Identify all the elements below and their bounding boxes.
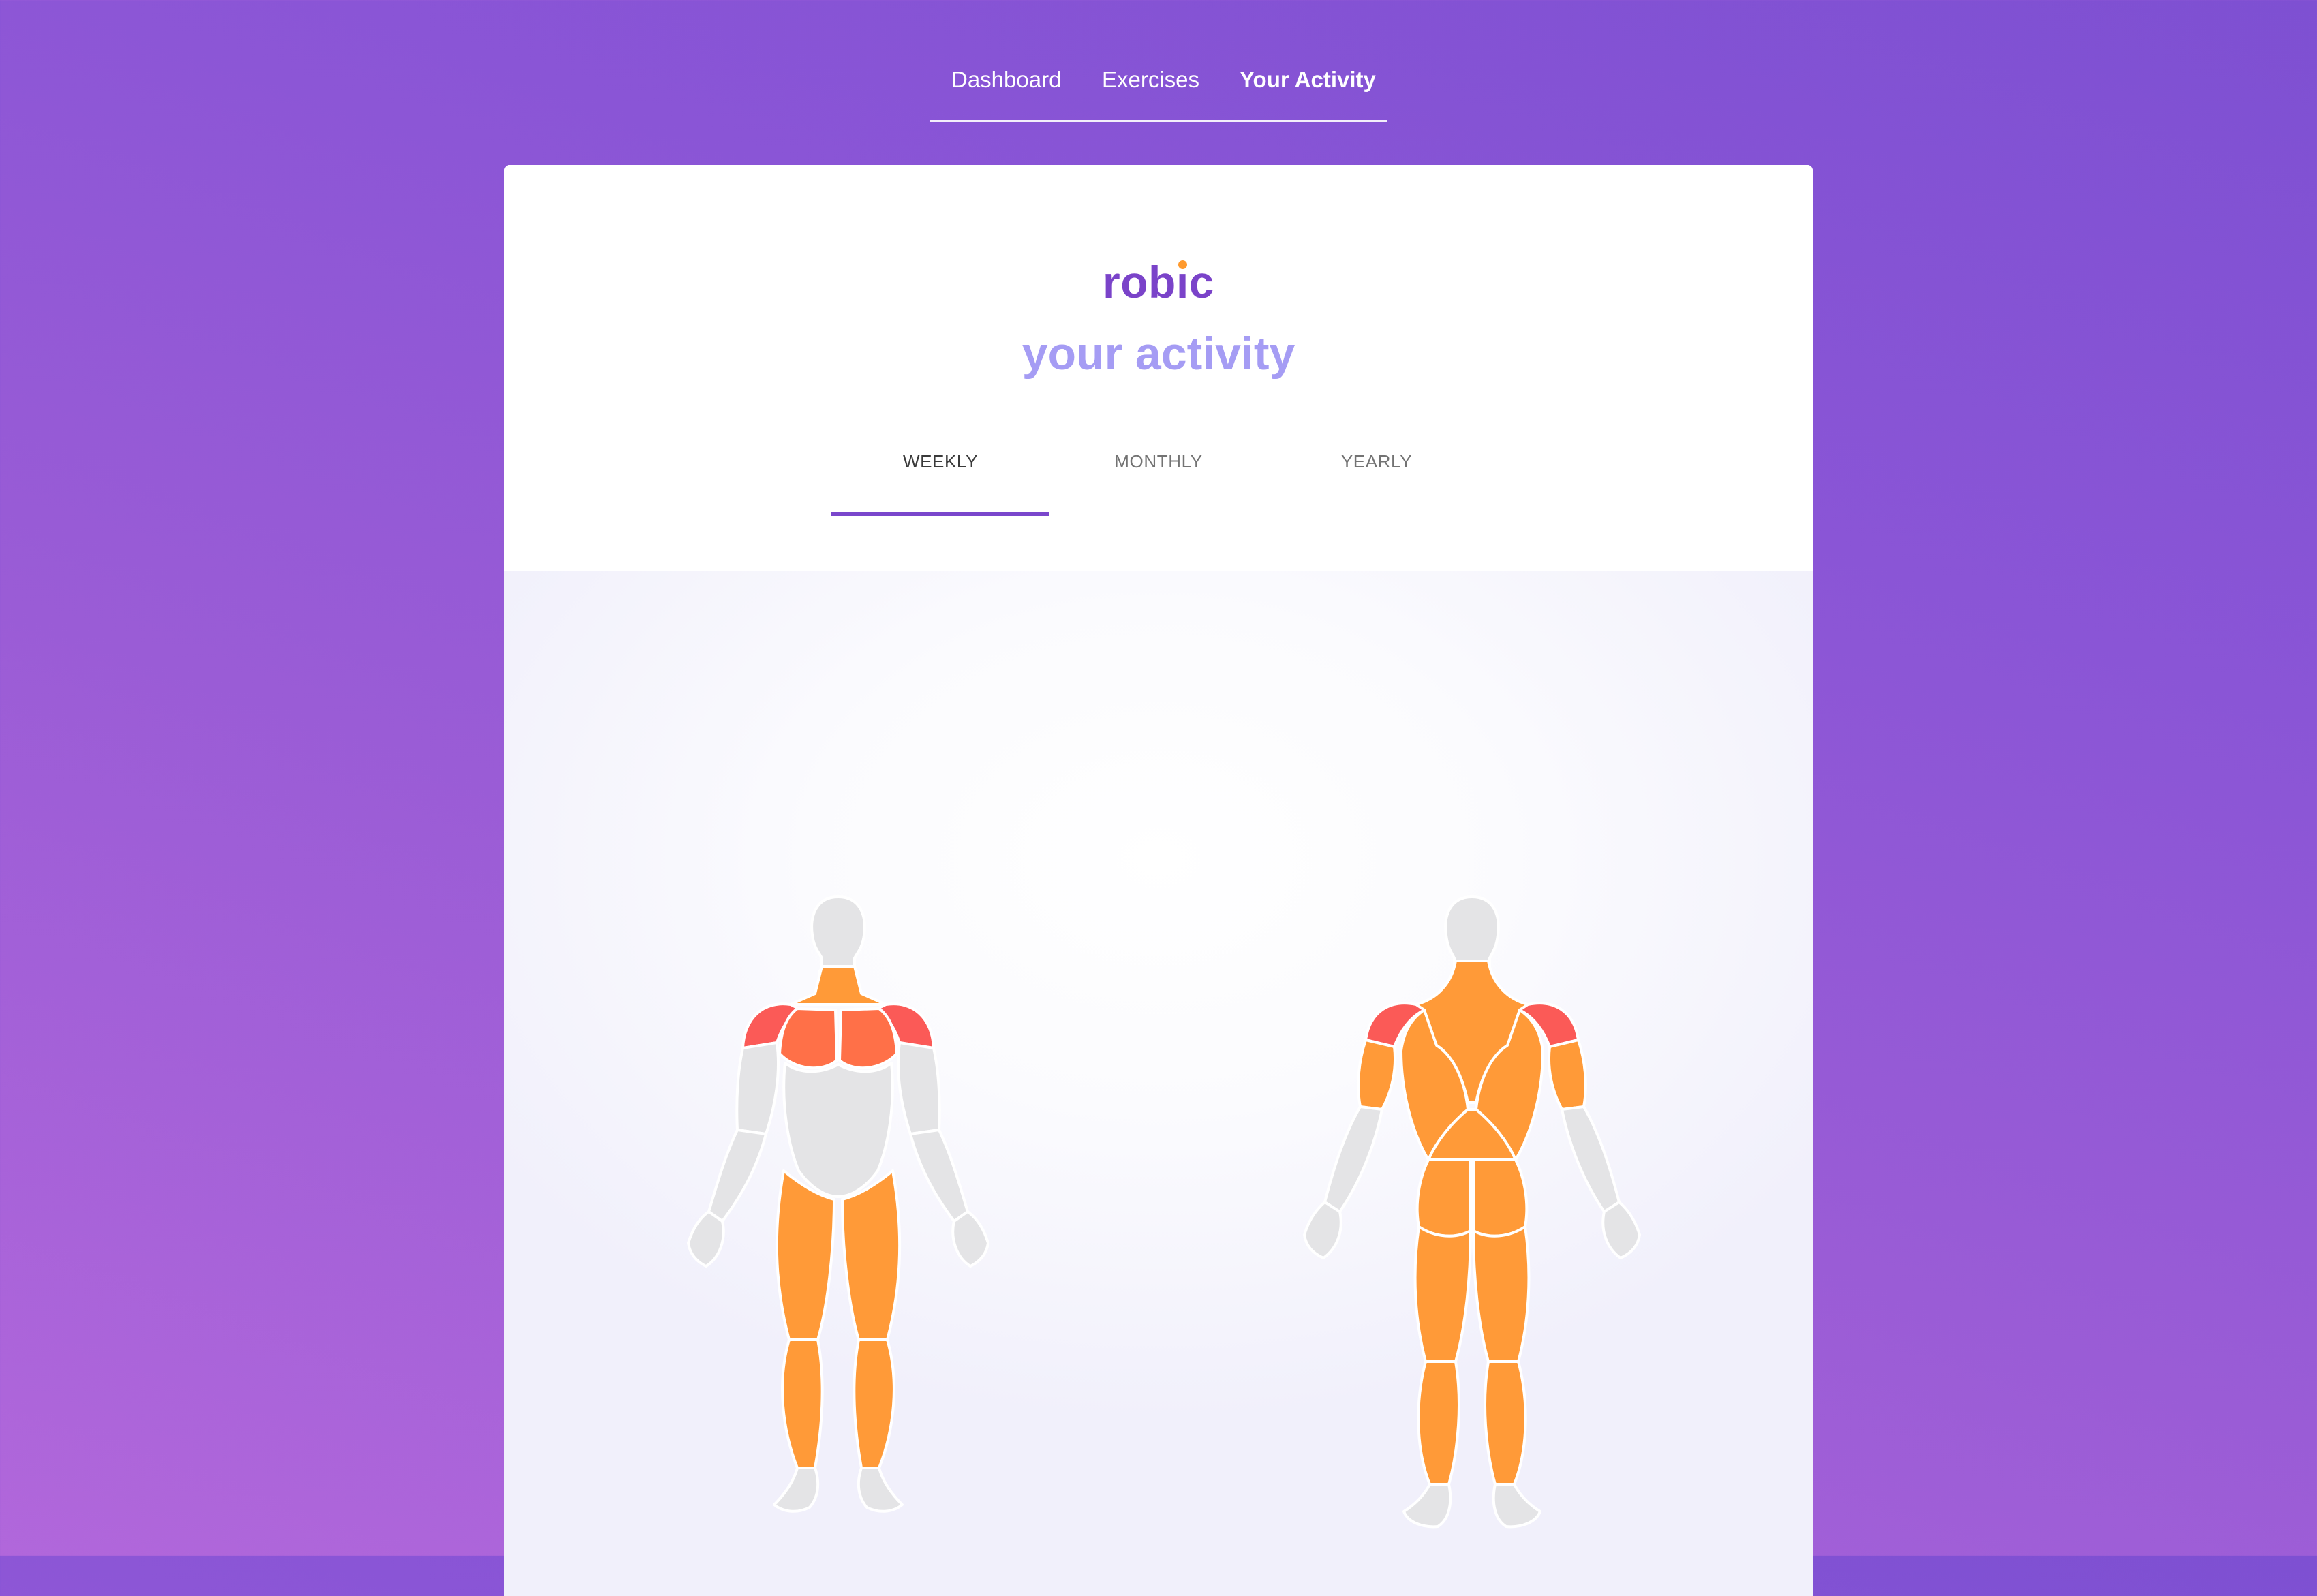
front-hand-left bbox=[687, 1210, 725, 1268]
back-calf-right bbox=[1484, 1360, 1527, 1486]
back-glute-right bbox=[1472, 1158, 1529, 1238]
front-quad-left bbox=[775, 1169, 835, 1341]
logo-text-end: c bbox=[1188, 257, 1214, 307]
front-foot-right bbox=[857, 1467, 904, 1513]
front-arm-left-fore bbox=[707, 1129, 767, 1223]
nav-link-dashboard[interactable]: Dashboard bbox=[951, 67, 1061, 93]
back-foot-left bbox=[1402, 1483, 1452, 1529]
back-hand-left bbox=[1303, 1201, 1342, 1259]
front-quad-right bbox=[841, 1169, 902, 1341]
back-foot-right bbox=[1492, 1483, 1541, 1529]
tab-weekly[interactable]: WEEKLY bbox=[831, 438, 1049, 515]
front-calf-left bbox=[781, 1338, 824, 1469]
front-arm-left-upper bbox=[735, 1041, 780, 1135]
front-arm-right-fore bbox=[909, 1129, 969, 1223]
back-hamstring-left bbox=[1413, 1225, 1472, 1363]
back-hand-right bbox=[1601, 1201, 1641, 1259]
logo-text-start: rob bbox=[1103, 257, 1176, 307]
back-glute-left bbox=[1415, 1158, 1472, 1238]
period-tabs: WEEKLY MONTHLY YEARLY bbox=[831, 438, 1486, 519]
nav-link-your-activity[interactable]: Your Activity bbox=[1240, 67, 1376, 93]
nav-link-exercises[interactable]: Exercises bbox=[1102, 67, 1199, 93]
page-title: your activity bbox=[1022, 328, 1295, 380]
front-abs bbox=[782, 1062, 894, 1198]
back-body-figure bbox=[1303, 895, 1641, 1529]
card-header: robı c your activity WEEKLY MONTHLY YEARL… bbox=[504, 165, 1813, 571]
top-nav: Dashboard Exercises Your Activity bbox=[930, 59, 1387, 122]
tab-monthly[interactable]: MONTHLY bbox=[1049, 438, 1268, 515]
front-body-figure bbox=[687, 895, 989, 1513]
back-triceps-left bbox=[1357, 1039, 1397, 1111]
back-triceps-right bbox=[1547, 1039, 1587, 1111]
tab-yearly[interactable]: YEARLY bbox=[1268, 438, 1486, 515]
robic-logo: robı c bbox=[504, 256, 1813, 308]
body-map-area bbox=[504, 571, 1813, 1596]
front-chest-right bbox=[838, 1007, 898, 1070]
front-neck bbox=[789, 965, 887, 1006]
logo-i: ı bbox=[1176, 256, 1189, 308]
front-calf-right bbox=[853, 1338, 895, 1469]
tab-active-indicator bbox=[831, 512, 1049, 516]
front-arm-right-upper bbox=[897, 1041, 941, 1135]
back-forearm-left bbox=[1323, 1105, 1383, 1213]
activity-card: robı c your activity WEEKLY MONTHLY YEARL… bbox=[504, 165, 1813, 1596]
back-forearm-right bbox=[1561, 1105, 1621, 1213]
front-chest-left bbox=[778, 1007, 838, 1070]
back-calf-left bbox=[1417, 1360, 1460, 1486]
back-hamstring-right bbox=[1472, 1225, 1531, 1363]
front-foot-left bbox=[773, 1467, 820, 1513]
front-hand-right bbox=[951, 1210, 989, 1268]
back-head bbox=[1444, 895, 1500, 970]
